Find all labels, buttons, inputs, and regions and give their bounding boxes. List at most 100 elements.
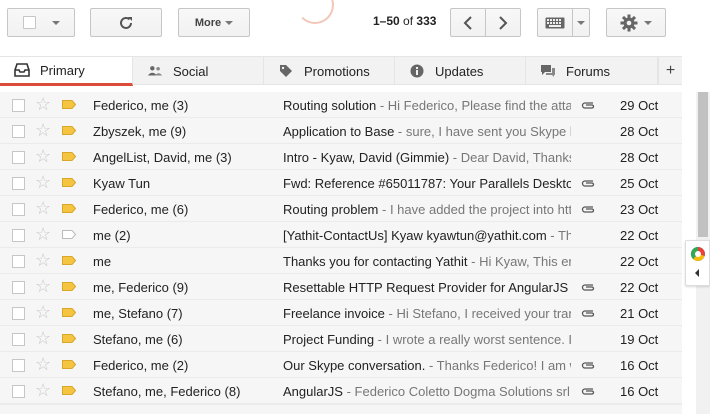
row-checkbox[interactable] — [12, 99, 25, 112]
inbox-icon — [14, 63, 30, 77]
email-date: 16 Oct — [620, 358, 659, 373]
tab-primary[interactable]: Primary — [0, 57, 133, 86]
row-checkbox[interactable] — [12, 385, 25, 398]
toolbar: More 1–50 of 333 — [0, 0, 710, 44]
importance-marker-icon[interactable] — [62, 282, 76, 291]
scrollbar-thumb[interactable] — [698, 92, 708, 237]
tab-social[interactable]: Social — [133, 57, 264, 85]
email-row[interactable]: ☆ Stefano, me (6) Project Funding - I wrot… — [0, 326, 682, 352]
tab-updates[interactable]: Updates — [395, 57, 526, 85]
email-row[interactable]: ☆ me, Federico (9) Resettable HTTP Request… — [0, 274, 682, 300]
importance-marker-icon[interactable] — [62, 334, 76, 343]
select-all-checkbox[interactable] — [22, 16, 36, 29]
email-date: 25 Oct — [620, 176, 659, 191]
chevron-down-icon — [225, 20, 234, 25]
email-row[interactable]: ☆ Stefano, me, Federico (8) AngularJS - Fe… — [0, 378, 682, 404]
row-checkbox[interactable] — [12, 229, 25, 242]
star-icon[interactable]: ☆ — [35, 276, 51, 297]
input-tools-dropdown[interactable] — [572, 8, 590, 37]
star-icon[interactable]: ☆ — [35, 354, 51, 375]
row-checkbox[interactable] — [12, 203, 25, 216]
importance-marker-icon[interactable] — [62, 386, 76, 395]
paperclip-icon — [581, 284, 595, 291]
side-panel-toggle[interactable] — [685, 240, 710, 286]
calendar-addon-icon — [690, 246, 705, 261]
refresh-icon — [120, 16, 132, 29]
importance-marker-icon[interactable] — [62, 360, 76, 369]
email-row[interactable]: ☆ Federico, me (6) Routing problem - I hav… — [0, 196, 682, 222]
row-checkbox[interactable] — [12, 359, 25, 372]
add-tab-button[interactable]: + — [658, 56, 682, 85]
email-date: 22 Oct — [620, 280, 659, 295]
star-icon[interactable]: ☆ — [35, 146, 51, 167]
email-subject: Our Skype conversation. — [283, 358, 426, 373]
star-icon[interactable]: ☆ — [35, 224, 51, 245]
email-sender: me — [93, 254, 112, 269]
pagination-info: 1–50 of 333 — [373, 14, 436, 28]
email-snippet: - Federico Coletto Dogma Solutions srl — [342, 384, 570, 399]
email-date: 22 Oct — [620, 228, 659, 243]
email-row[interactable]: ☆ me Thanks you for contacting Yathit - Hi… — [0, 248, 682, 274]
more-button[interactable]: More — [178, 8, 250, 37]
forum-icon — [540, 64, 556, 78]
settings-button[interactable] — [606, 8, 666, 37]
star-icon[interactable]: ☆ — [35, 380, 51, 401]
email-date: 29 Oct — [620, 98, 659, 113]
pager-range: 1–50 — [373, 14, 400, 28]
select-dropdown-button[interactable] — [7, 8, 75, 37]
email-subject-line: Freelance invoice - Hi Stefano, I receiv… — [283, 306, 571, 321]
importance-marker-icon[interactable] — [62, 100, 76, 109]
email-row[interactable]: ☆ me, Stefano (7) Freelance invoice - Hi S… — [0, 300, 682, 326]
email-row[interactable]: ☆ AngelList, David, me (3) Intro - Kyaw, D… — [0, 144, 682, 170]
newer-button[interactable] — [450, 8, 486, 37]
email-sender: Federico, me (3) — [93, 98, 189, 113]
importance-marker-icon[interactable] — [62, 126, 76, 135]
email-subject-line: Application to Base - sure, I have sent … — [283, 124, 571, 139]
email-subject: AngularJS — [283, 384, 343, 399]
paperclip-icon — [581, 362, 595, 369]
row-checkbox[interactable] — [12, 125, 25, 138]
row-checkbox[interactable] — [12, 151, 25, 164]
tab-forums[interactable]: Forums — [526, 57, 658, 85]
email-row[interactable]: ☆ Federico, me (3) Routing solution - Hi F… — [0, 92, 682, 118]
star-icon[interactable]: ☆ — [35, 302, 51, 323]
email-sender: Kyaw Tun — [93, 176, 151, 191]
refresh-button[interactable] — [90, 8, 162, 37]
importance-marker-icon[interactable] — [62, 152, 76, 161]
email-subject: Intro - Kyaw, David (Gimmie) — [283, 150, 450, 165]
email-row[interactable]: ☆ Federico, me (2) Our Skype conversation.… — [0, 352, 682, 378]
row-checkbox[interactable] — [12, 307, 25, 320]
row-checkbox[interactable] — [12, 333, 25, 346]
paperclip-icon — [581, 102, 595, 109]
row-checkbox[interactable] — [12, 255, 25, 268]
importance-marker-icon[interactable] — [62, 178, 76, 187]
input-tools-button[interactable] — [537, 8, 573, 37]
email-snippet: - Thanks Federico! I am w — [425, 358, 571, 373]
row-checkbox[interactable] — [12, 281, 25, 294]
chevron-down-icon — [577, 20, 585, 25]
pager-of: of — [403, 14, 414, 28]
star-icon[interactable]: ☆ — [35, 198, 51, 219]
email-snippet: - sure, I have sent you Skype li — [394, 124, 571, 139]
star-icon[interactable]: ☆ — [35, 94, 51, 115]
importance-marker-icon[interactable] — [62, 256, 76, 265]
email-snippet: - Hi Federico, Please find the attac — [376, 98, 571, 113]
star-icon[interactable]: ☆ — [35, 250, 51, 271]
importance-marker-icon[interactable] — [62, 230, 76, 239]
star-icon[interactable]: ☆ — [35, 172, 51, 193]
tab-promotions[interactable]: Promotions — [264, 57, 395, 85]
star-icon[interactable]: ☆ — [35, 328, 51, 349]
email-date: 23 Oct — [620, 202, 659, 217]
chevron-left-icon — [695, 269, 699, 277]
star-icon[interactable]: ☆ — [35, 120, 51, 141]
email-row[interactable]: ☆ Kyaw Tun Fwd: Reference #65011787: Your … — [0, 170, 682, 196]
importance-marker-icon[interactable] — [62, 204, 76, 213]
email-subject: Thanks you for contacting Yathit — [283, 254, 468, 269]
older-button[interactable] — [485, 8, 521, 37]
row-checkbox[interactable] — [12, 177, 25, 190]
email-row[interactable]: ☆ me (2) [Yathit-ContactUs] Kyaw kyawtun@y… — [0, 222, 682, 248]
email-subject-line: Our Skype conversation. - Thanks Federic… — [283, 358, 571, 373]
importance-marker-icon[interactable] — [62, 308, 76, 317]
email-row[interactable]: ☆ Zbyszek, me (9) Application to Base - su… — [0, 118, 682, 144]
paperclip-icon — [581, 310, 595, 317]
